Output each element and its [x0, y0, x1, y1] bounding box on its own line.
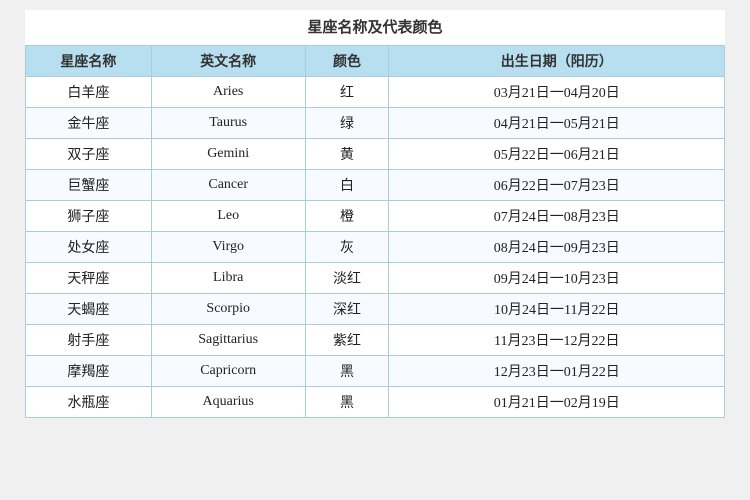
header-zh-name: 星座名称 — [26, 46, 152, 77]
table-row: 天秤座Libra淡红09月24日一10月23日 — [26, 263, 725, 294]
cell-date: 06月22日一07月23日 — [389, 170, 725, 201]
cell-en-name: Leo — [151, 201, 305, 232]
header-en-name: 英文名称 — [151, 46, 305, 77]
cell-color: 黑 — [305, 356, 389, 387]
cell-date: 04月21日一05月21日 — [389, 108, 725, 139]
cell-zh-name: 巨蟹座 — [26, 170, 152, 201]
cell-date: 05月22日一06月21日 — [389, 139, 725, 170]
cell-color: 黑 — [305, 387, 389, 418]
cell-zh-name: 摩羯座 — [26, 356, 152, 387]
cell-color: 灰 — [305, 232, 389, 263]
page-title: 星座名称及代表颜色 — [25, 10, 725, 45]
cell-color: 紫红 — [305, 325, 389, 356]
cell-en-name: Gemini — [151, 139, 305, 170]
cell-date: 08月24日一09月23日 — [389, 232, 725, 263]
table-row: 天蝎座Scorpio深红10月24日一11月22日 — [26, 294, 725, 325]
cell-en-name: Aries — [151, 77, 305, 108]
cell-zh-name: 射手座 — [26, 325, 152, 356]
cell-zh-name: 白羊座 — [26, 77, 152, 108]
cell-zh-name: 水瓶座 — [26, 387, 152, 418]
cell-zh-name: 双子座 — [26, 139, 152, 170]
header-date: 出生日期（阳历） — [389, 46, 725, 77]
main-container: 星座名称及代表颜色 星座名称 英文名称 颜色 出生日期（阳历） 白羊座Aries… — [25, 10, 725, 418]
table-row: 处女座Virgo灰08月24日一09月23日 — [26, 232, 725, 263]
table-header-row: 星座名称 英文名称 颜色 出生日期（阳历） — [26, 46, 725, 77]
cell-color: 淡红 — [305, 263, 389, 294]
cell-color: 橙 — [305, 201, 389, 232]
cell-date: 07月24日一08月23日 — [389, 201, 725, 232]
cell-date: 11月23日一12月22日 — [389, 325, 725, 356]
cell-color: 黄 — [305, 139, 389, 170]
cell-en-name: Sagittarius — [151, 325, 305, 356]
cell-date: 09月24日一10月23日 — [389, 263, 725, 294]
cell-zh-name: 天蝎座 — [26, 294, 152, 325]
cell-zh-name: 狮子座 — [26, 201, 152, 232]
table-row: 水瓶座Aquarius黑01月21日一02月19日 — [26, 387, 725, 418]
cell-en-name: Capricorn — [151, 356, 305, 387]
cell-color: 红 — [305, 77, 389, 108]
cell-color: 白 — [305, 170, 389, 201]
cell-en-name: Scorpio — [151, 294, 305, 325]
table-row: 狮子座Leo橙07月24日一08月23日 — [26, 201, 725, 232]
cell-en-name: Taurus — [151, 108, 305, 139]
header-color: 颜色 — [305, 46, 389, 77]
cell-zh-name: 天秤座 — [26, 263, 152, 294]
table-row: 白羊座Aries红03月21日一04月20日 — [26, 77, 725, 108]
cell-date: 10月24日一11月22日 — [389, 294, 725, 325]
zodiac-table: 星座名称 英文名称 颜色 出生日期（阳历） 白羊座Aries红03月21日一04… — [25, 45, 725, 418]
table-row: 双子座Gemini黄05月22日一06月21日 — [26, 139, 725, 170]
cell-en-name: Aquarius — [151, 387, 305, 418]
cell-en-name: Cancer — [151, 170, 305, 201]
cell-zh-name: 处女座 — [26, 232, 152, 263]
table-row: 摩羯座Capricorn黑12月23日一01月22日 — [26, 356, 725, 387]
cell-en-name: Virgo — [151, 232, 305, 263]
table-row: 巨蟹座Cancer白06月22日一07月23日 — [26, 170, 725, 201]
cell-date: 12月23日一01月22日 — [389, 356, 725, 387]
cell-date: 03月21日一04月20日 — [389, 77, 725, 108]
cell-zh-name: 金牛座 — [26, 108, 152, 139]
table-row: 射手座Sagittarius紫红11月23日一12月22日 — [26, 325, 725, 356]
table-row: 金牛座Taurus绿04月21日一05月21日 — [26, 108, 725, 139]
cell-color: 绿 — [305, 108, 389, 139]
cell-en-name: Libra — [151, 263, 305, 294]
cell-color: 深红 — [305, 294, 389, 325]
cell-date: 01月21日一02月19日 — [389, 387, 725, 418]
